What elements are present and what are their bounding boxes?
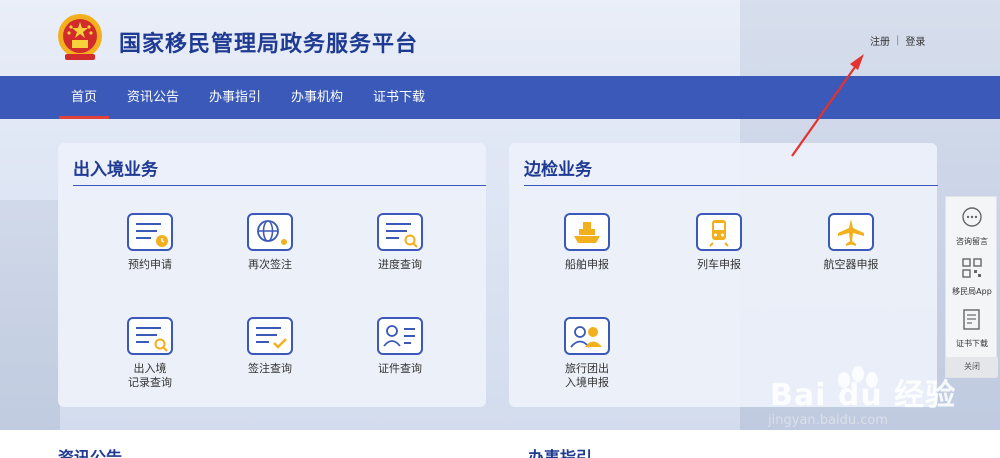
floating-sidebar: 咨询留言 移民局App 证书下载 关闭 <box>945 196 998 378</box>
service-label: 航空器申报 <box>823 258 879 271</box>
news-section-title: 资讯公告 <box>58 448 123 458</box>
service-tour-group-declaration[interactable]: 旅行团出 入境申报 <box>542 317 632 390</box>
watermark-url: jingyan.baidu.com <box>768 413 888 428</box>
nav-item-guide[interactable]: 办事指引 <box>209 76 261 119</box>
chat-icon <box>962 207 982 227</box>
border-inspection-title: 边检业务 <box>524 160 592 180</box>
id-card-icon <box>377 317 423 355</box>
nav-item-offices[interactable]: 办事机构 <box>291 76 343 119</box>
national-emblem-icon <box>58 14 102 60</box>
nav-item-certificate-download[interactable]: 证书下载 <box>373 76 425 119</box>
train-icon <box>696 213 742 251</box>
card-divider <box>73 185 486 186</box>
endorsement-check-icon <box>247 317 293 355</box>
service-progress-query[interactable]: 进度查询 <box>355 213 445 272</box>
progress-search-icon <box>377 213 423 251</box>
entry-exit-title: 出入境业务 <box>73 160 158 180</box>
guide-section-title: 办事指引 <box>528 448 593 458</box>
certificate-icon <box>963 309 980 330</box>
service-re-endorsement[interactable]: 再次签注 <box>225 213 315 272</box>
globe-icon <box>247 213 293 251</box>
service-train-declaration[interactable]: 列车申报 <box>674 213 764 272</box>
sidebar-item-label: 咨询留言 <box>956 237 988 246</box>
card-divider <box>524 185 938 186</box>
entry-exit-card: 出入境业务 预约申请 再次签注 进度查询 出入境 记录查询 签注查询 证件查询 <box>58 143 486 407</box>
watermark-brand: Bai du 经验 <box>770 378 957 413</box>
sidebar-item-label: 证书下载 <box>956 339 988 348</box>
record-search-icon <box>127 317 173 355</box>
sidebar-item-consult[interactable]: 咨询留言 <box>946 207 998 247</box>
service-label: 进度查询 <box>378 258 422 271</box>
register-link[interactable]: 注册 <box>870 33 890 48</box>
qr-code-icon <box>962 258 982 278</box>
building-background <box>0 200 60 430</box>
service-label: 出入境 记录查询 <box>128 362 172 389</box>
service-id-query[interactable]: 证件查询 <box>355 317 445 376</box>
sidebar-item-label: 移民局App <box>952 287 992 296</box>
service-record-query[interactable]: 出入境 记录查询 <box>105 317 195 390</box>
top-links-separator: | <box>896 35 900 46</box>
sidebar-item-app[interactable]: 移民局App <box>946 257 998 297</box>
nav-item-home[interactable]: 首页 <box>58 76 110 119</box>
annotation-arrow-icon <box>791 54 864 157</box>
airplane-icon <box>828 213 874 251</box>
service-label: 签注查询 <box>248 362 292 375</box>
site-title[interactable]: 国家移民管理局政务服务平台 <box>119 26 418 58</box>
service-label: 证件查询 <box>378 362 422 375</box>
login-link[interactable]: 登录 <box>905 33 925 48</box>
appointment-icon <box>127 213 173 251</box>
ship-icon <box>564 213 610 251</box>
service-endorsement-query[interactable]: 签注查询 <box>225 317 315 376</box>
service-label: 预约申请 <box>128 258 172 271</box>
service-label: 列车申报 <box>697 258 741 271</box>
service-label: 旅行团出 入境申报 <box>565 362 609 389</box>
tour-group-icon <box>564 317 610 355</box>
top-links: 注册 | 登录 <box>870 33 925 48</box>
nav-item-news[interactable]: 资讯公告 <box>127 76 179 119</box>
sidebar-item-certificate[interactable]: 证书下载 <box>946 309 998 349</box>
service-label: 船舶申报 <box>565 258 609 271</box>
service-label: 再次签注 <box>248 258 292 271</box>
service-aircraft-declaration[interactable]: 航空器申报 <box>806 213 896 272</box>
service-appointment[interactable]: 预约申请 <box>105 213 195 272</box>
service-ship-declaration[interactable]: 船舶申报 <box>542 213 632 272</box>
